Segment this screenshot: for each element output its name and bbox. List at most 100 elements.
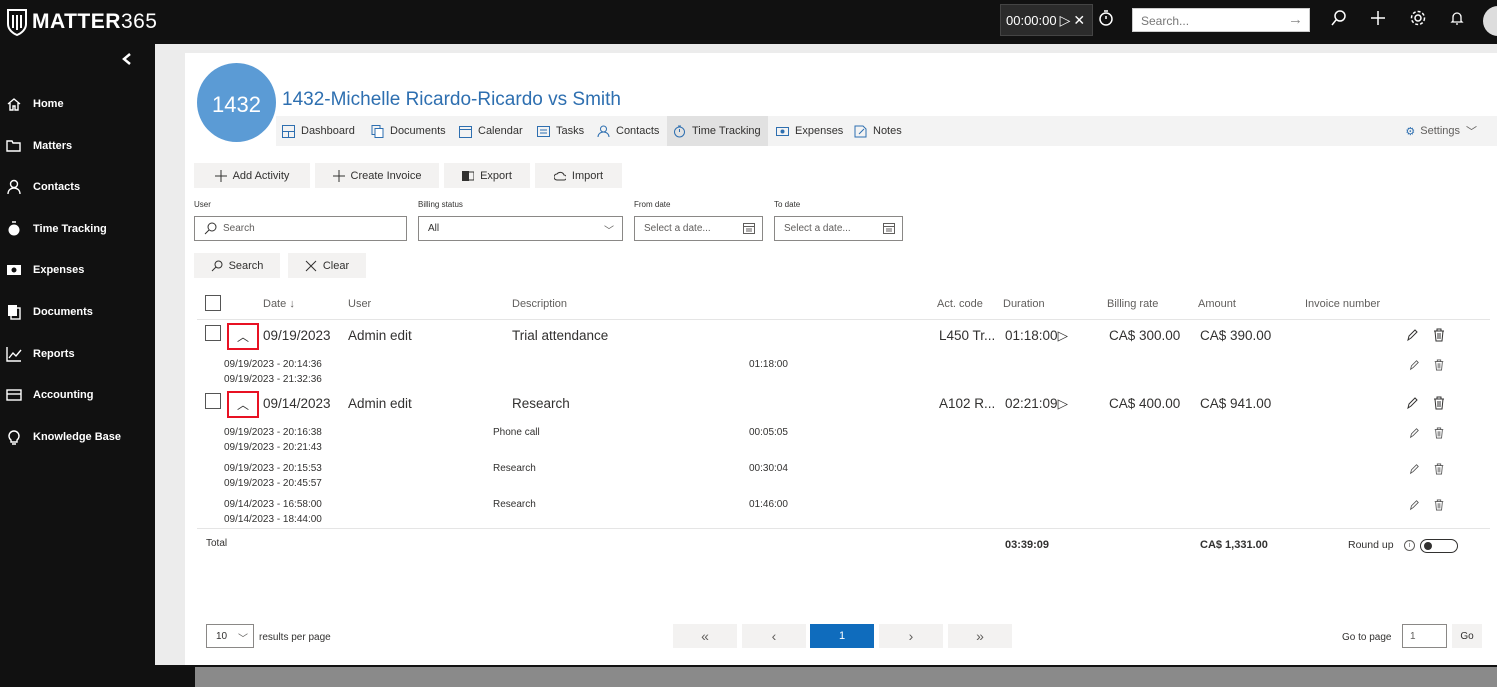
bell-icon[interactable] bbox=[1448, 9, 1466, 27]
play-icon[interactable]: ▷ bbox=[1058, 396, 1068, 411]
row-description: Research bbox=[512, 396, 570, 411]
arrow-right-icon[interactable]: → bbox=[1288, 11, 1303, 28]
sidebar-item-accounting[interactable]: Accounting bbox=[0, 380, 155, 410]
sidebar-item-home[interactable]: Home bbox=[0, 89, 155, 119]
chevron-up-icon: ︿ bbox=[236, 330, 249, 344]
entry-time-range: 09/19/2023 - 20:14:36 09/19/2023 - 21:32:… bbox=[224, 357, 322, 387]
pencil-icon[interactable] bbox=[1409, 463, 1419, 475]
sidebar-item-contacts[interactable]: Contacts bbox=[0, 172, 155, 202]
plus-icon[interactable] bbox=[1369, 9, 1387, 27]
tab-tasks[interactable]: Tasks bbox=[537, 116, 584, 146]
sidebar-item-expenses[interactable]: Expenses bbox=[0, 255, 155, 285]
add-activity-button[interactable]: Add Activity bbox=[194, 163, 310, 188]
pencil-icon[interactable] bbox=[1409, 499, 1419, 511]
entry-end: 09/14/2023 - 18:44:00 bbox=[224, 514, 322, 525]
trash-icon[interactable] bbox=[1433, 396, 1445, 410]
sidebar-item-time-tracking[interactable]: Time Tracking bbox=[0, 214, 155, 244]
chevron-left-icon: ‹ bbox=[771, 628, 777, 644]
page-button-current[interactable]: 1 bbox=[810, 624, 874, 648]
import-button[interactable]: Import bbox=[535, 163, 622, 188]
search-icon bbox=[204, 222, 217, 235]
trash-icon[interactable] bbox=[1434, 427, 1444, 439]
column-header-amount[interactable]: Amount bbox=[1198, 298, 1236, 310]
trash-icon[interactable] bbox=[1434, 499, 1444, 511]
search-icon[interactable] bbox=[1330, 9, 1348, 27]
next-page-button[interactable]: › bbox=[879, 624, 943, 648]
settings-button[interactable]: ⚙ Settings ﹀ bbox=[1405, 116, 1477, 146]
column-header-act-code[interactable]: Act. code bbox=[937, 298, 983, 310]
entry-start: 09/19/2023 - 20:14:36 bbox=[224, 359, 322, 370]
tab-contacts[interactable]: Contacts bbox=[597, 116, 659, 146]
shield-logo-icon bbox=[7, 9, 27, 36]
create-invoice-button[interactable]: Create Invoice bbox=[315, 163, 439, 188]
row-user: Admin edit bbox=[348, 328, 412, 343]
app-logo[interactable]: MATTER365 bbox=[6, 8, 157, 36]
button-label: Search bbox=[228, 259, 264, 272]
tab-notes[interactable]: Notes bbox=[854, 116, 902, 146]
pencil-icon[interactable] bbox=[1409, 427, 1419, 439]
tab-dashboard[interactable]: Dashboard bbox=[282, 116, 355, 146]
from-date-picker[interactable]: Select a date... bbox=[634, 216, 763, 241]
go-to-page-input[interactable]: 1 bbox=[1402, 624, 1447, 648]
column-header-invoice-number[interactable]: Invoice number bbox=[1305, 298, 1380, 310]
money-icon bbox=[776, 126, 789, 136]
tab-time-tracking[interactable]: Time Tracking bbox=[667, 116, 768, 146]
user-search-input[interactable]: Search bbox=[194, 216, 407, 241]
global-search-input[interactable]: Search... → bbox=[1132, 8, 1310, 32]
row-checkbox[interactable] bbox=[205, 393, 221, 409]
first-page-button[interactable]: « bbox=[673, 624, 737, 648]
chevron-down-icon: ﹀ bbox=[1466, 126, 1477, 138]
trash-icon[interactable] bbox=[1433, 328, 1445, 342]
documents-icon bbox=[8, 305, 21, 320]
go-button[interactable]: Go bbox=[1452, 624, 1482, 648]
pencil-icon[interactable] bbox=[1406, 328, 1418, 342]
column-header-description[interactable]: Description bbox=[512, 298, 567, 310]
from-date-label: From date bbox=[634, 200, 671, 209]
to-date-picker[interactable]: Select a date... bbox=[774, 216, 903, 241]
trash-icon[interactable] bbox=[1434, 463, 1444, 475]
previous-page-button[interactable]: ‹ bbox=[742, 624, 806, 648]
timer-widget[interactable]: 00:00:00 ▷ ✕ bbox=[1000, 4, 1093, 36]
tab-label: Tasks bbox=[556, 125, 585, 137]
billing-status-select[interactable]: All ﹀ bbox=[418, 216, 623, 241]
entry-description: Research bbox=[493, 499, 536, 510]
column-header-date[interactable]: Date ↓ bbox=[263, 298, 295, 310]
collapse-row-button[interactable]: ︿ bbox=[227, 323, 259, 350]
pencil-icon[interactable] bbox=[1409, 359, 1419, 371]
tab-label: Calendar bbox=[478, 125, 523, 137]
pencil-icon[interactable] bbox=[1406, 396, 1418, 410]
close-icon[interactable]: ✕ bbox=[1073, 12, 1085, 29]
tab-documents[interactable]: Documents bbox=[371, 116, 446, 146]
chevron-left-icon[interactable] bbox=[121, 52, 133, 66]
tab-expenses[interactable]: Expenses bbox=[776, 116, 843, 146]
search-button[interactable]: Search bbox=[194, 253, 280, 278]
bottom-scrollbar-area bbox=[155, 665, 1497, 687]
row-billing-rate: CA$ 300.00 bbox=[1109, 328, 1181, 343]
entry-time-range: 09/19/2023 - 20:16:38 09/19/2023 - 20:21:… bbox=[224, 425, 322, 455]
column-header-billing-rate[interactable]: Billing rate bbox=[1107, 298, 1158, 310]
stopwatch-icon[interactable] bbox=[1098, 10, 1114, 26]
export-button[interactable]: Export bbox=[444, 163, 530, 188]
play-icon[interactable]: ▷ bbox=[1058, 328, 1068, 343]
header-label: Date bbox=[263, 298, 287, 310]
tab-calendar[interactable]: Calendar bbox=[459, 116, 523, 146]
gear-icon[interactable] bbox=[1409, 9, 1427, 27]
sidebar-item-matters[interactable]: Matters bbox=[0, 131, 155, 161]
collapse-row-button[interactable]: ︿ bbox=[227, 391, 259, 418]
column-header-user[interactable]: User bbox=[348, 298, 371, 310]
per-page-select[interactable]: 10 ﹀ bbox=[206, 624, 254, 648]
play-icon[interactable]: ▷ bbox=[1060, 12, 1071, 29]
info-icon[interactable]: i bbox=[1404, 540, 1415, 551]
horizontal-scrollbar[interactable] bbox=[195, 667, 1497, 687]
sidebar-item-knowledge-base[interactable]: Knowledge Base bbox=[0, 422, 155, 452]
avatar[interactable] bbox=[1483, 6, 1497, 36]
row-checkbox[interactable] bbox=[205, 325, 221, 341]
column-header-duration[interactable]: Duration bbox=[1003, 298, 1045, 310]
select-all-checkbox[interactable] bbox=[205, 295, 221, 311]
last-page-button[interactable]: » bbox=[948, 624, 1012, 648]
round-up-toggle[interactable] bbox=[1420, 539, 1458, 553]
sidebar-item-reports[interactable]: Reports bbox=[0, 339, 155, 369]
sidebar-item-documents[interactable]: Documents bbox=[0, 297, 155, 327]
trash-icon[interactable] bbox=[1434, 359, 1444, 371]
clear-button[interactable]: Clear bbox=[288, 253, 366, 278]
